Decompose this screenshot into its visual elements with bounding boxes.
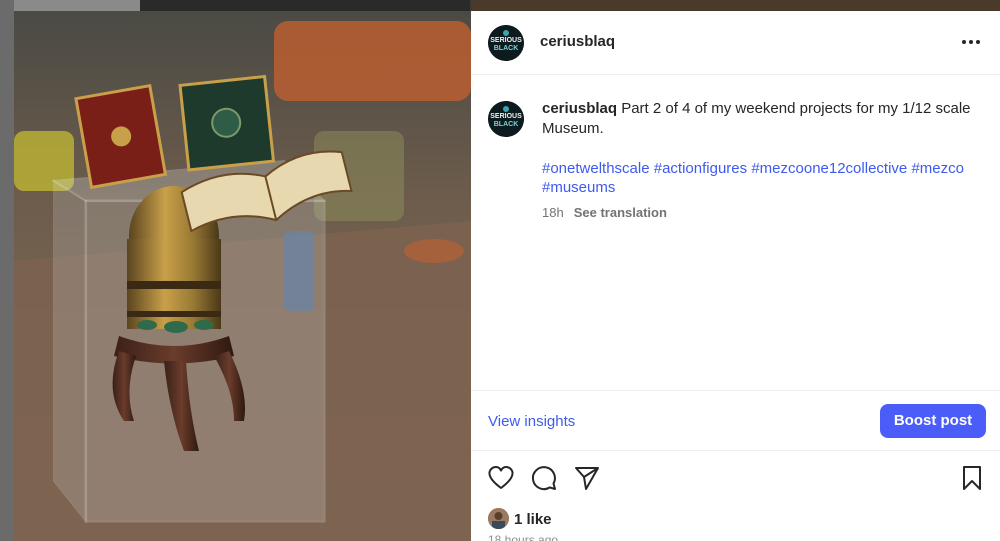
caption-avatar-text-bottom: BLACK xyxy=(494,121,519,128)
caption-username[interactable]: ceriusblaq xyxy=(542,100,617,117)
background-strip xyxy=(0,0,1000,11)
post-actions xyxy=(471,464,1000,496)
hashtag-list: #onetwelthscale #actionfigures #mezcoone… xyxy=(542,159,982,197)
hashtag-link[interactable]: #mezco xyxy=(911,160,964,177)
like-button[interactable] xyxy=(487,464,515,492)
heart-icon xyxy=(488,466,514,489)
post-photo[interactable] xyxy=(14,11,471,541)
share-button[interactable] xyxy=(573,464,601,492)
caption-avatar[interactable]: SERIOUS BLACK xyxy=(488,101,524,137)
caption-avatar-text-top: SERIOUS xyxy=(490,113,522,120)
overlay-gutter xyxy=(0,0,14,541)
caption-time: 18h xyxy=(542,205,564,220)
hashtag-link[interactable]: #actionfigures xyxy=(654,160,747,177)
more-options-button[interactable] xyxy=(960,31,982,53)
more-horizontal-icon xyxy=(962,40,980,44)
caption-text: ceriusblaq Part 2 of 4 of my weekend pro… xyxy=(542,99,972,139)
hashtag-link[interactable]: #mezcoone12collective xyxy=(751,160,907,177)
save-button[interactable] xyxy=(958,464,986,492)
post-header: SERIOUS BLACK ceriusblaq xyxy=(471,11,1000,75)
view-insights-link[interactable]: View insights xyxy=(488,413,575,430)
caption-meta: 18h See translation xyxy=(542,205,667,220)
avatar-text-top: SERIOUS xyxy=(490,37,522,44)
see-translation-link[interactable]: See translation xyxy=(574,205,667,220)
hashtag-link[interactable]: #museums xyxy=(542,179,615,196)
insights-bar: View insights Boost post xyxy=(471,390,1000,451)
paper-plane-icon xyxy=(575,467,599,490)
likes-count[interactable]: 1 like xyxy=(514,511,552,528)
liker-avatar[interactable] xyxy=(488,508,509,529)
hashtag-link[interactable]: #onetwelthscale xyxy=(542,160,650,177)
comment-button[interactable] xyxy=(530,464,558,492)
boost-post-button[interactable]: Boost post xyxy=(880,404,986,438)
post-time-ago: 18 hours ago xyxy=(488,533,559,541)
post-details-panel: SERIOUS BLACK ceriusblaq SERIOUS BLACK c… xyxy=(471,11,1000,541)
instagram-post-view: SERIOUS BLACK ceriusblaq SERIOUS BLACK c… xyxy=(0,0,1000,541)
post-username[interactable]: ceriusblaq xyxy=(540,33,615,50)
profile-avatar[interactable]: SERIOUS BLACK xyxy=(488,25,524,61)
bookmark-icon xyxy=(963,466,981,490)
comment-bubble-icon xyxy=(531,466,556,491)
avatar-text-bottom: BLACK xyxy=(494,45,519,52)
